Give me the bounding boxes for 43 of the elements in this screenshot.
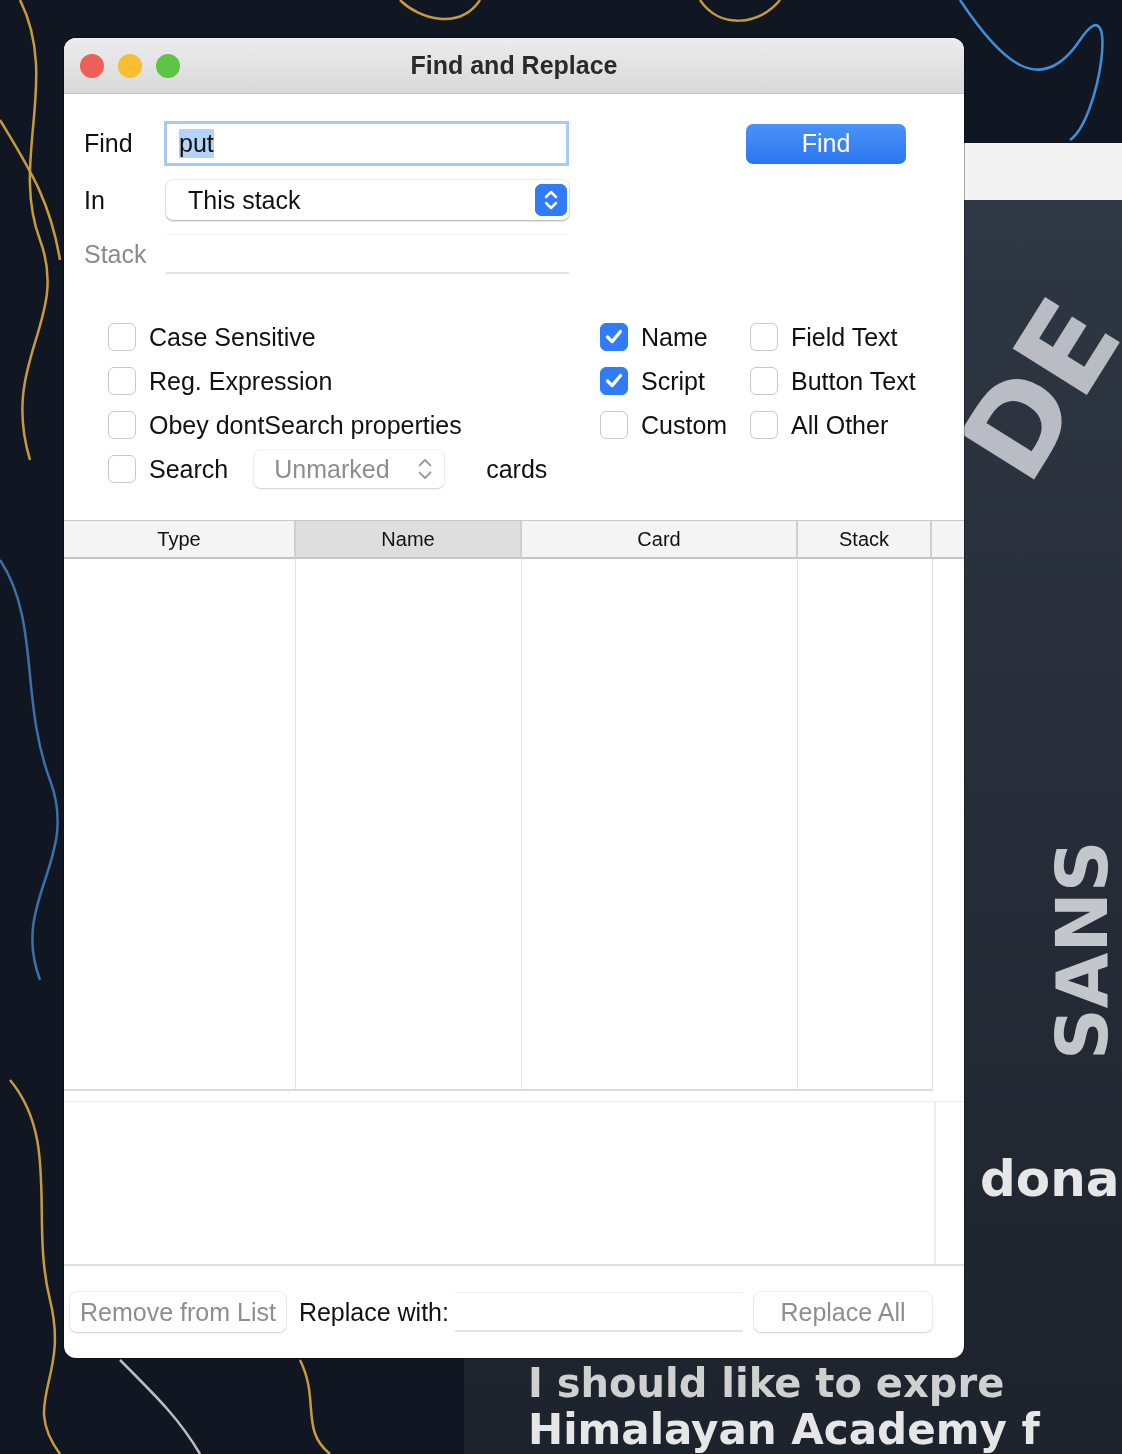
checkbox-label: Reg. Expression: [149, 366, 333, 396]
zoom-button[interactable]: [156, 53, 180, 78]
option-text: cards: [486, 454, 548, 484]
field-label: In: [84, 185, 105, 215]
column-header[interactable]: Card: [522, 521, 798, 559]
checkbox-label: Search: [149, 454, 229, 484]
replace-field[interactable]: [454, 1292, 743, 1332]
checkbox[interactable]: [750, 323, 778, 351]
checkbox[interactable]: [108, 455, 136, 483]
close-button[interactable]: [80, 53, 104, 78]
checkbox[interactable]: [600, 367, 628, 395]
poster-text: Himalayan Academy f: [528, 1408, 1040, 1453]
checkbox[interactable]: [750, 367, 778, 395]
find-button[interactable]: Find: [746, 123, 906, 164]
poster-heading: DE: [934, 276, 1122, 504]
checkbox-label: Button Text: [791, 366, 916, 396]
minimize-button[interactable]: [118, 53, 142, 78]
checkbox[interactable]: [108, 411, 136, 439]
checkbox[interactable]: [108, 367, 136, 395]
field-label: Stack: [84, 239, 147, 269]
checkbox-label: Name: [641, 322, 708, 352]
checkbox-label: Case Sensitive: [149, 322, 316, 352]
field-label: Replace with:: [298, 1297, 449, 1327]
updown-arrows-icon: [535, 184, 567, 216]
poster-text: I should like to expre: [528, 1362, 1005, 1404]
find-field[interactable]: put: [164, 121, 569, 166]
column-header[interactable]: Stack: [798, 521, 932, 559]
column-header[interactable]: Type: [64, 521, 296, 559]
column-header[interactable]: Name: [296, 521, 522, 559]
field-label: Find: [84, 129, 133, 158]
checkbox[interactable]: [600, 411, 628, 439]
checkbox-label: Obey dontSearch properties: [149, 410, 462, 440]
scope-popup[interactable]: This stack: [166, 180, 569, 220]
checkbox-label: Field Text: [791, 322, 898, 352]
checkbox[interactable]: [750, 411, 778, 439]
poster-heading: SANS: [1046, 840, 1118, 1060]
poster-text: dona: [980, 1150, 1120, 1208]
checkbox-label: All Other: [791, 410, 889, 440]
window-title: Find and Replace: [410, 51, 618, 80]
checkbox-label: Custom: [641, 410, 728, 440]
checkbox[interactable]: [108, 323, 136, 351]
checkbox[interactable]: [600, 323, 628, 351]
checkbox-label: Script: [641, 366, 705, 396]
